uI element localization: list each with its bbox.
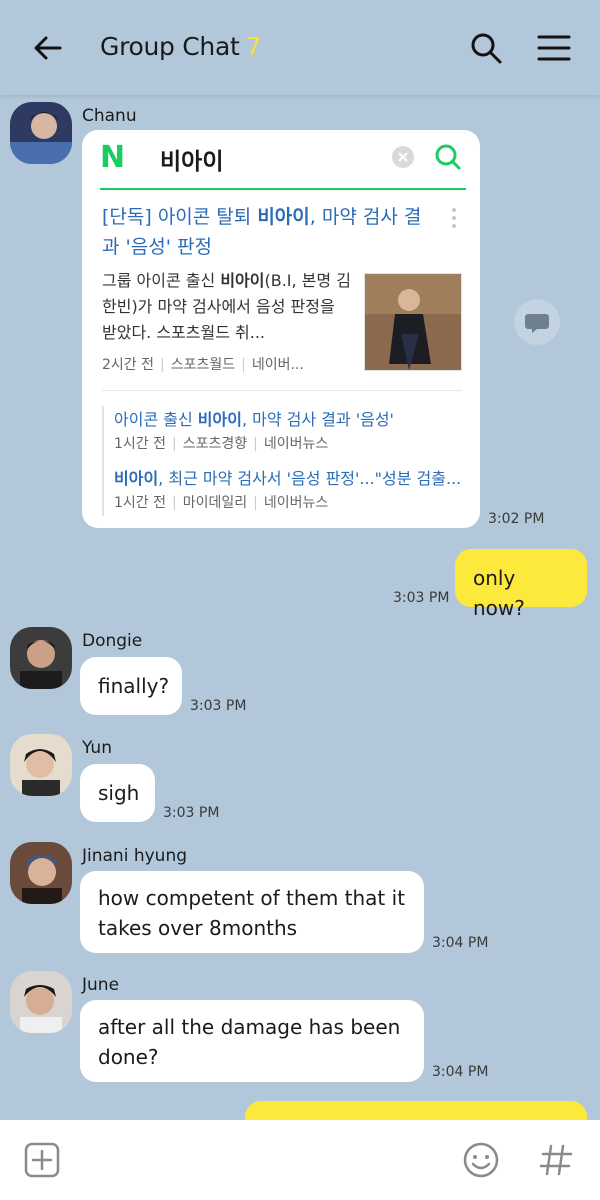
related-portal: 네이버뉴스 (263, 436, 329, 452)
news-headline[interactable]: [단독] 아이콘 탈퇴 비아이, 마약 검사 결과 '음성' 판정 (102, 202, 438, 262)
avatar-jinani-hyung[interactable] (10, 842, 72, 904)
my-message-bubble[interactable]: only now? (455, 549, 587, 620)
message-time: 3:03 PM (190, 698, 247, 714)
message-time: 3:03 PM (163, 805, 220, 821)
sender-name: Yun (82, 738, 112, 758)
message-bubble[interactable]: finally? (80, 657, 182, 715)
member-count: 7 (245, 32, 262, 61)
related-age: 1시간 전 (114, 436, 166, 452)
related-meta-2: 1시간 전 | 마이데일리 | 네이버뉴스 (114, 495, 329, 511)
related-bar (102, 406, 104, 516)
hamburger-menu-icon[interactable] (536, 30, 572, 66)
naver-logo: N (100, 143, 128, 173)
message-time: 3:04 PM (432, 935, 489, 951)
related-age: 1시간 전 (114, 495, 166, 511)
message-bubble[interactable]: sigh (80, 764, 155, 822)
snippet-text: 그룹 아이콘 출신 (102, 271, 221, 290)
related-keyword: 비아이 (197, 410, 242, 429)
search-underline (100, 188, 466, 190)
message-time: 3:04 PM (432, 1064, 489, 1080)
chat-header: Group Chat 7 (0, 0, 600, 95)
sender-name: Dongie (82, 631, 143, 651)
related-portal: 네이버뉴스 (263, 495, 329, 511)
related-article-2[interactable]: 비아이, 최근 마약 검사서 '음성 판정'..."성분 검출... (114, 465, 461, 489)
message-bubble[interactable]: how competent of them that it takes over… (80, 871, 424, 953)
avatar-dongie[interactable] (10, 627, 72, 689)
chat-title: Group Chat 7 (100, 32, 261, 61)
news-search-card[interactable]: N 비아이 [단독] 아이콘 탈퇴 비아이, 마약 검사 결과 '음성' 판정 … (82, 130, 480, 528)
sender-name: Jinani hyung (82, 846, 188, 866)
message-time: 3:03 PM (393, 590, 450, 606)
clear-icon[interactable] (392, 146, 414, 172)
related-meta-1: 1시간 전 | 스포츠경향 | 네이버뉴스 (114, 436, 329, 452)
avatar-yun[interactable] (10, 734, 72, 796)
avatar-chanu[interactable] (10, 102, 72, 164)
news-snippet: 그룹 아이콘 출신 비아이(B.I, 본명 김한빈)가 마약 검사에서 음성 판… (102, 268, 352, 346)
related-article-1[interactable]: 아이콘 출신 비아이, 마약 검사 결과 '음성' (114, 406, 394, 430)
search-icon[interactable] (468, 30, 504, 66)
sender-name: Chanu (82, 106, 137, 126)
news-portal: 네이버... (251, 357, 304, 373)
related-source: 마이데일리 (182, 495, 248, 511)
message-bubble[interactable]: after all the damage has been done? (80, 1000, 424, 1082)
search-query: 비아이 (160, 149, 224, 175)
related-title-end: , 최근 마약 검사서 '음성 판정'..."성분 검출... (158, 469, 462, 488)
avatar-june[interactable] (10, 971, 72, 1033)
plus-square-icon[interactable] (22, 1140, 62, 1180)
news-thumbnail[interactable] (364, 273, 462, 371)
sender-name: June (82, 975, 120, 995)
news-age: 2시간 전 (102, 357, 154, 373)
hashtag-icon[interactable] (536, 1140, 576, 1180)
arrow-left-icon[interactable] (30, 30, 66, 66)
input-bar (0, 1120, 600, 1200)
news-meta: 2시간 전 | 스포츠월드 | 네이버... (102, 357, 304, 373)
more-options-icon[interactable] (452, 208, 458, 232)
related-keyword: 비아이 (114, 469, 159, 488)
smiley-icon[interactable] (461, 1140, 501, 1180)
related-source: 스포츠경향 (182, 436, 248, 452)
snippet-keyword: 비아이 (220, 271, 265, 290)
chat-title-text: Group Chat (100, 32, 240, 61)
news-source: 스포츠월드 (170, 357, 236, 373)
naver-search-icon[interactable] (434, 143, 462, 175)
related-title: 아이콘 출신 (114, 410, 198, 429)
card-divider (102, 390, 462, 391)
headline-text: [단독] 아이콘 탈퇴 (102, 206, 258, 228)
related-title-end: , 마약 검사 결과 '음성' (241, 410, 394, 429)
message-time: 3:02 PM (488, 511, 545, 527)
share-button[interactable] (514, 299, 560, 345)
headline-keyword: 비아이 (257, 206, 310, 228)
